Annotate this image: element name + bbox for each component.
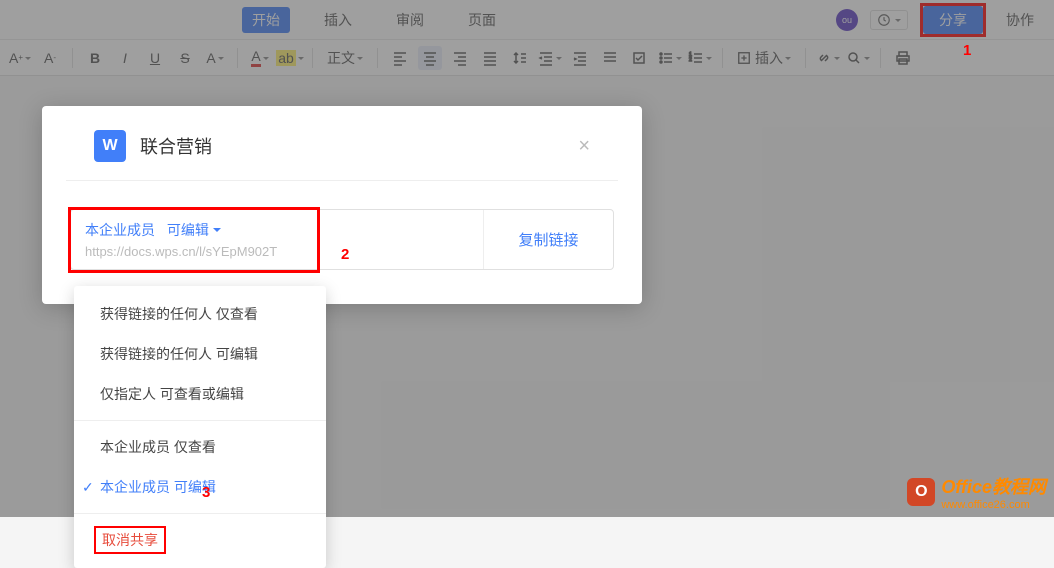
close-icon[interactable]: × (578, 135, 590, 158)
perm-option-org-edit[interactable]: ✓本企业成员 可编辑 (74, 467, 326, 507)
perm-option-specified[interactable]: 仅指定人 可查看或编辑 (74, 374, 326, 414)
perm-option-anyone-view[interactable]: 获得链接的任何人 仅查看 (74, 294, 326, 334)
watermark: O Office教程网 www.office26.com (907, 473, 1046, 511)
share-permission-cell: 本企业成员 可编辑 https://docs.wps.cn/l/sYEpM902… (71, 210, 483, 269)
copy-link-button[interactable]: 复制链接 (483, 210, 613, 269)
share-dialog: W 联合营销 × 本企业成员 可编辑 https://docs.wps.cn/l… (42, 106, 642, 304)
annotation-label-1: 1 (963, 42, 971, 59)
annotation-box-2 (68, 207, 320, 273)
perm-option-anyone-edit[interactable]: 获得链接的任何人 可编辑 (74, 334, 326, 374)
permission-dropdown-menu: 获得链接的任何人 仅查看 获得链接的任何人 可编辑 仅指定人 可查看或编辑 本企… (74, 286, 326, 568)
check-icon: ✓ (82, 479, 94, 496)
watermark-icon: O (907, 478, 935, 506)
dialog-title: 联合营销 (140, 133, 212, 159)
annotation-label-3: 3 (202, 484, 210, 501)
cancel-share-option[interactable]: 取消共享 (74, 520, 326, 560)
perm-option-org-view[interactable]: 本企业成员 仅查看 (74, 427, 326, 467)
doc-type-icon: W (94, 130, 126, 162)
share-url: https://docs.wps.cn/l/sYEpM902T (85, 244, 469, 259)
permission-dropdown[interactable]: 本企业成员 可编辑 (85, 220, 469, 240)
annotation-label-2: 2 (341, 246, 349, 263)
chevron-down-icon (213, 228, 221, 236)
annotation-box-3: 取消共享 (94, 526, 166, 554)
